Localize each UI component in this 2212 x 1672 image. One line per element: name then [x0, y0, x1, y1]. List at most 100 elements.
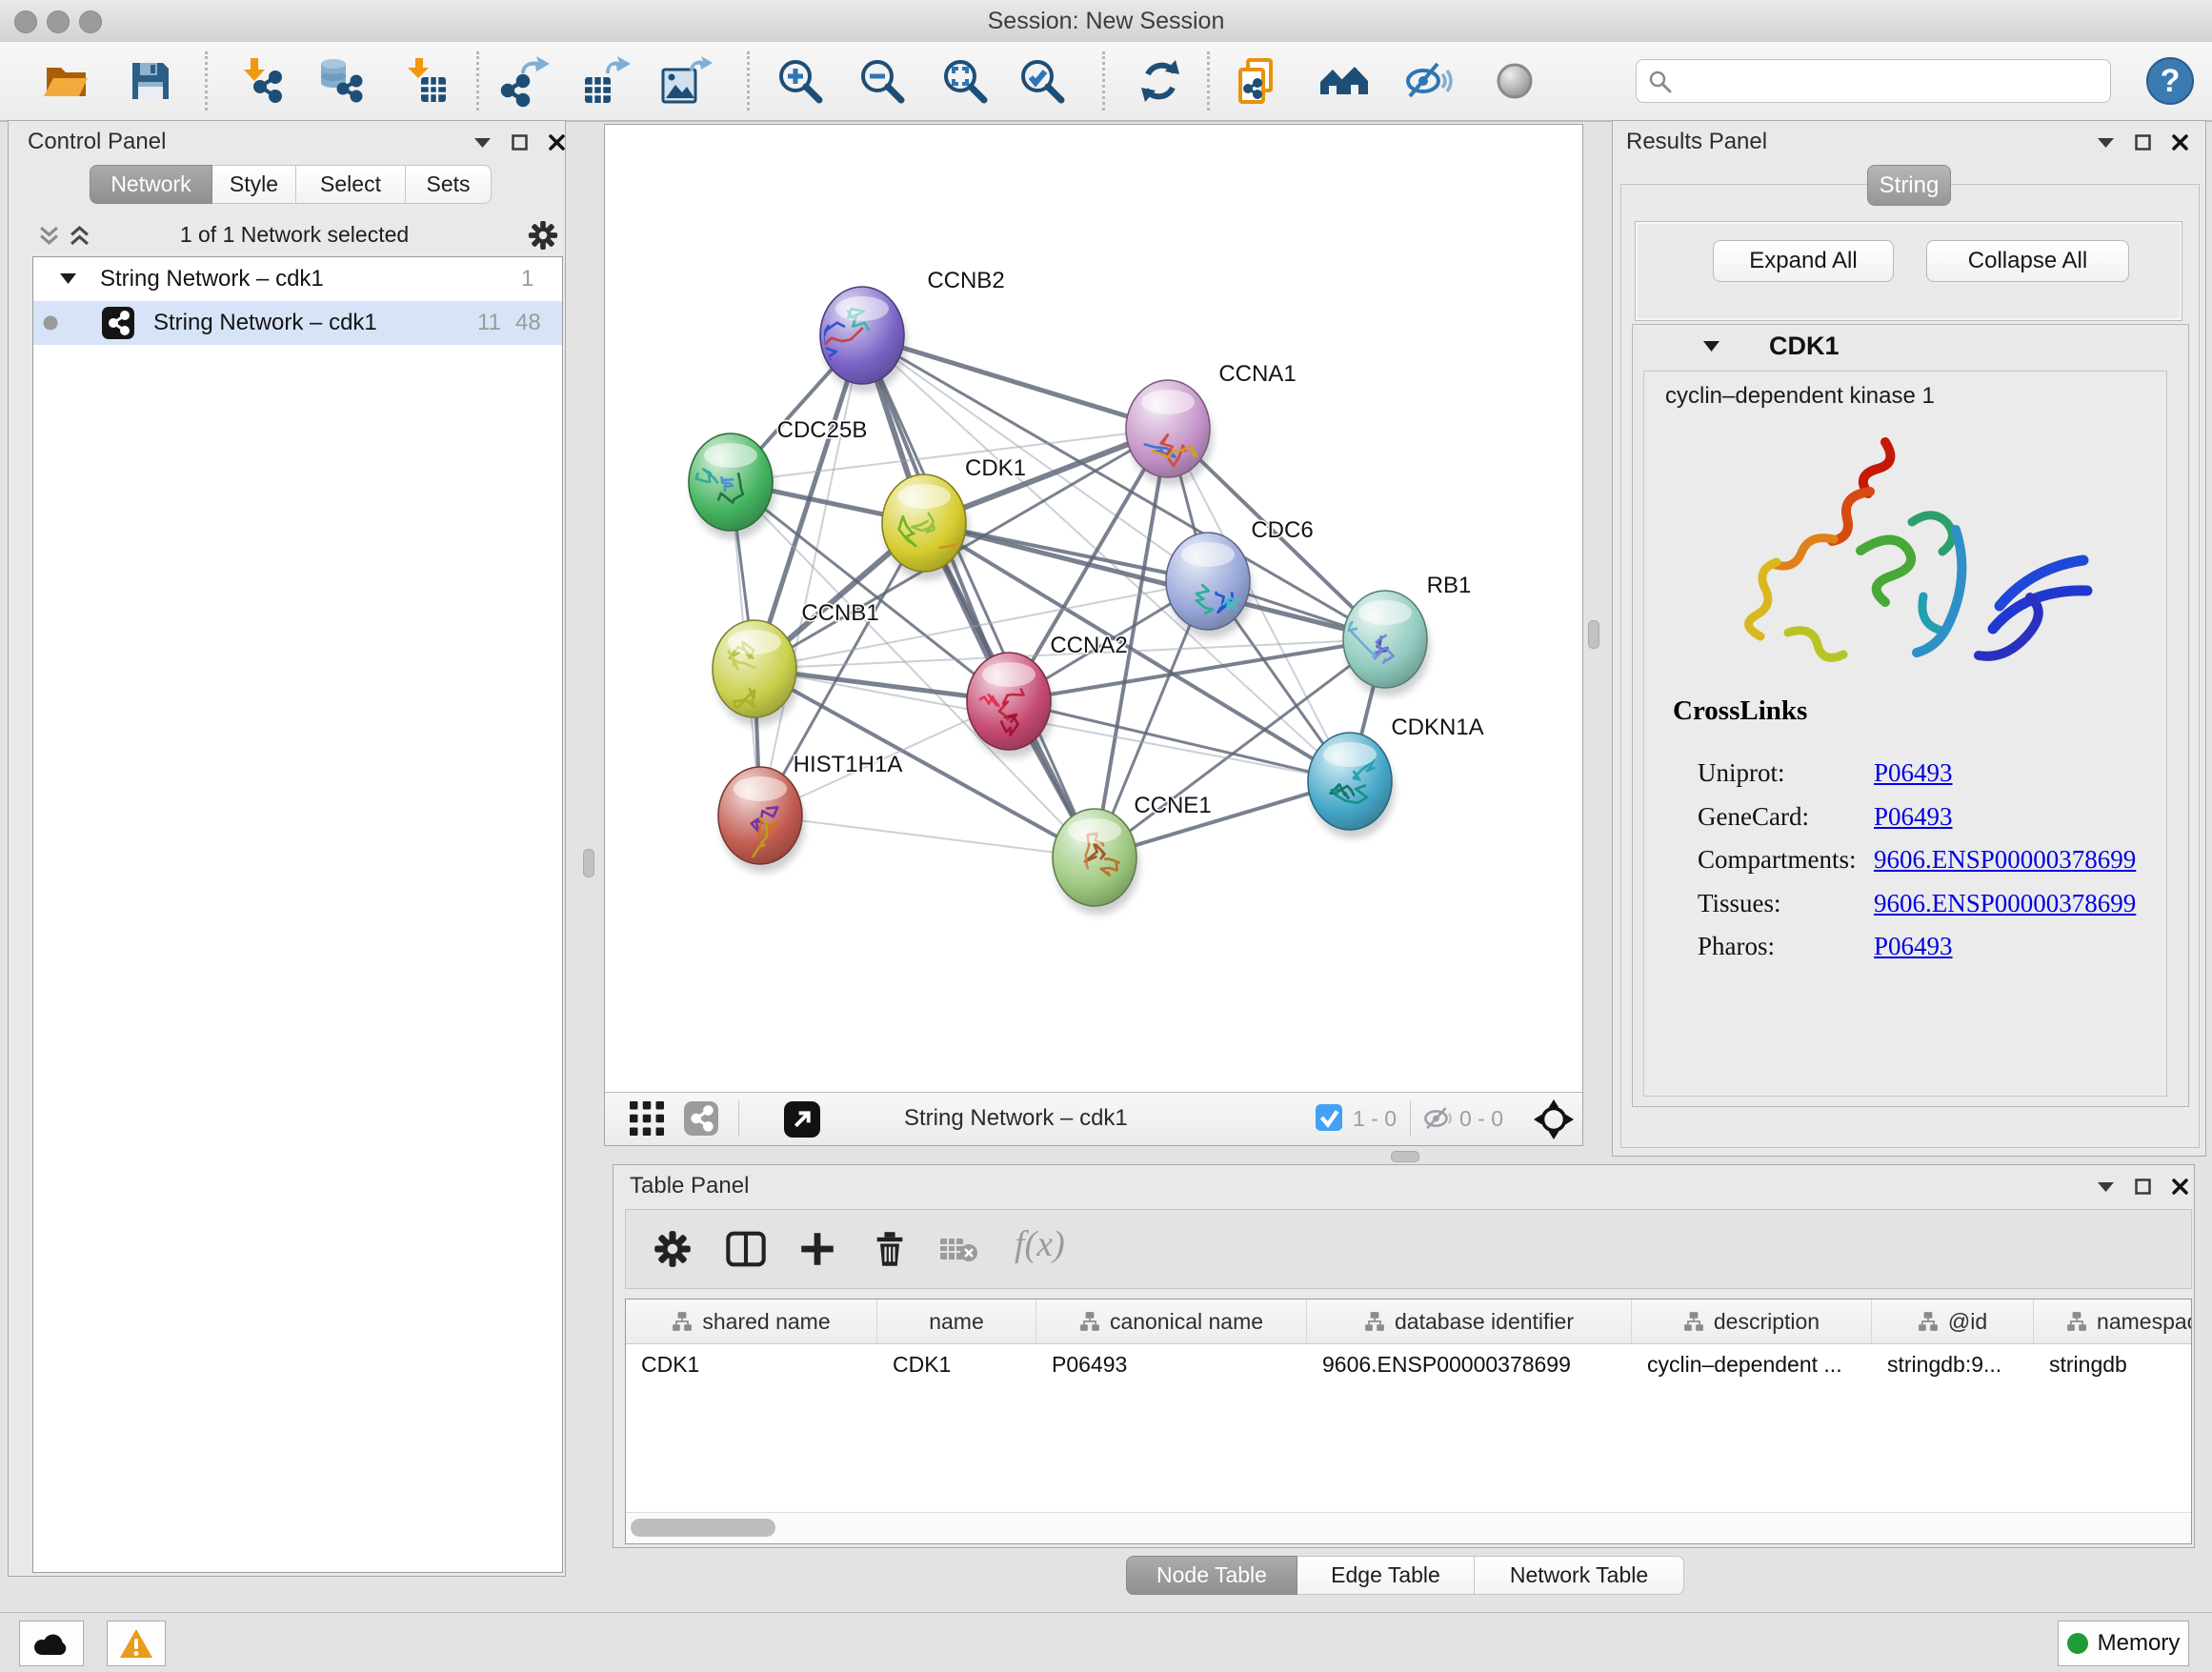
panel-menu-icon[interactable] — [2098, 1182, 2114, 1192]
import-table-button[interactable] — [399, 55, 451, 107]
tab-node-table[interactable]: Node Table — [1126, 1556, 1297, 1595]
gear-icon[interactable] — [528, 220, 558, 251]
import-network-file-button[interactable] — [232, 55, 284, 107]
column-header-database-identifier[interactable]: database identifier — [1307, 1299, 1632, 1343]
tab-select[interactable]: Select — [296, 165, 406, 204]
delete-table-button[interactable] — [936, 1227, 980, 1271]
cloud-status-button[interactable] — [19, 1621, 84, 1666]
selected-checkbox[interactable] — [1316, 1104, 1342, 1136]
export-image-button[interactable] — [658, 55, 710, 107]
table-cell[interactable]: stringdb:9... — [1872, 1343, 2034, 1385]
graphics-details-button[interactable] — [1400, 55, 1452, 107]
export-network-button[interactable] — [501, 55, 553, 107]
close-panel-icon[interactable] — [549, 134, 565, 151]
network-view[interactable]: CCNB2CCNA1CDC25BCDK1CDC6RB1CCNB1CCNA2CDK… — [604, 124, 1583, 1146]
float-panel-icon[interactable] — [2135, 134, 2151, 151]
zoom-selected-button[interactable] — [1016, 55, 1068, 107]
tree-expand-icon[interactable] — [60, 273, 76, 284]
section-collapse-icon[interactable] — [1703, 341, 1719, 352]
export-table-button[interactable] — [580, 55, 632, 107]
network-node-CCNA1[interactable]: CCNA1 — [1126, 361, 1297, 486]
clone-network-button[interactable] — [1234, 55, 1285, 107]
network-collection-row[interactable]: String Network – cdk1 1 — [33, 257, 562, 301]
network-node-RB1[interactable]: RB1 — [1343, 573, 1471, 696]
show-columns-button[interactable] — [724, 1227, 768, 1271]
fit-selected-button[interactable] — [1534, 1099, 1574, 1144]
node-table[interactable]: shared namenamecanonical namedatabase id… — [625, 1299, 2192, 1544]
network-graph[interactable]: CCNB2CCNA1CDC25BCDK1CDC6RB1CCNB1CCNA2CDK… — [605, 125, 1582, 1093]
tab-string[interactable]: String — [1867, 165, 1951, 206]
function-builder-button[interactable]: f(x) — [1015, 1223, 1065, 1265]
expand-all-icon[interactable] — [70, 226, 90, 246]
help-button[interactable]: ? — [2144, 55, 2196, 107]
network-edge[interactable] — [760, 816, 1095, 857]
tab-edge-table[interactable]: Edge Table — [1297, 1556, 1475, 1595]
column-header-namespace[interactable]: namespace — [2034, 1299, 2192, 1343]
collapse-all-button[interactable]: Collapse All — [1926, 240, 2129, 282]
collapse-all-icon[interactable] — [39, 226, 59, 246]
crosslink-link[interactable]: P06493 — [1874, 802, 1953, 831]
network-row-selected[interactable]: String Network – cdk1 11 48 — [33, 301, 562, 345]
table-cell[interactable]: CDK1 — [877, 1343, 1036, 1385]
network-node-CDC6[interactable]: CDC6 — [1166, 517, 1314, 638]
hidden-toggle[interactable] — [1422, 1106, 1455, 1136]
refresh-button[interactable] — [1135, 55, 1186, 107]
zoom-fit-button[interactable] — [939, 55, 991, 107]
crosslink-link[interactable]: 9606.ENSP00000378699 — [1874, 889, 2136, 917]
network-node-CDK1[interactable]: CDK1 — [882, 455, 1026, 589]
close-panel-icon[interactable] — [2172, 134, 2188, 151]
memory-button[interactable]: Memory — [2058, 1621, 2189, 1666]
panel-menu-icon[interactable] — [474, 138, 491, 148]
close-panel-icon[interactable] — [2172, 1178, 2188, 1195]
network-edge[interactable] — [760, 335, 862, 816]
column-header-shared-name[interactable]: shared name — [626, 1299, 877, 1343]
network-edge[interactable] — [1009, 701, 1350, 781]
expand-all-button[interactable]: Expand All — [1713, 240, 1894, 282]
level-of-detail-button[interactable] — [1489, 55, 1540, 107]
detach-view-button[interactable] — [784, 1101, 820, 1142]
open-session-button[interactable] — [41, 55, 92, 107]
table-cell[interactable]: CDK1 — [626, 1343, 877, 1385]
column-header-name[interactable]: name — [877, 1299, 1036, 1343]
network-node-CCNE1[interactable]: CCNE1 — [1053, 793, 1212, 915]
scrollbar-thumb[interactable] — [631, 1519, 775, 1537]
left-splitter-handle[interactable] — [583, 849, 594, 877]
delete-column-button[interactable] — [868, 1227, 912, 1271]
float-panel-icon[interactable] — [2135, 1178, 2151, 1195]
network-edge[interactable] — [862, 335, 1095, 857]
tab-network-table[interactable]: Network Table — [1475, 1556, 1684, 1595]
first-neighbors-button[interactable] — [1317, 55, 1369, 107]
table-settings-button[interactable] — [651, 1227, 694, 1271]
search-input[interactable] — [1636, 59, 2111, 103]
bottom-splitter-handle[interactable] — [1391, 1151, 1419, 1162]
network-share-button[interactable] — [684, 1101, 718, 1140]
tab-sets[interactable]: Sets — [406, 165, 492, 204]
column-header-description[interactable]: description — [1632, 1299, 1872, 1343]
crosslink-link[interactable]: 9606.ENSP00000378699 — [1874, 845, 2136, 874]
network-node-CDKN1A[interactable]: CDKN1A — [1308, 715, 1484, 838]
table-cell[interactable]: cyclin–dependent ... — [1632, 1343, 1872, 1385]
float-panel-icon[interactable] — [512, 134, 528, 151]
column-header-canonical-name[interactable]: canonical name — [1036, 1299, 1307, 1343]
network-node-CCNB1[interactable]: CCNB1 — [713, 600, 879, 726]
protein-section-header[interactable]: CDK1 — [1633, 325, 2188, 371]
table-cell[interactable]: P06493 — [1036, 1343, 1307, 1385]
tab-network[interactable]: Network — [90, 165, 212, 204]
warning-status-button[interactable] — [107, 1621, 166, 1666]
table-cell[interactable]: stringdb — [2034, 1343, 2192, 1385]
panel-menu-icon[interactable] — [2098, 138, 2114, 148]
table-cell[interactable]: 9606.ENSP00000378699 — [1307, 1343, 1632, 1385]
crosslink-link[interactable]: P06493 — [1874, 932, 1953, 960]
table-horizontal-scrollbar[interactable] — [626, 1512, 2191, 1543]
tab-style[interactable]: Style — [212, 165, 296, 204]
zoom-in-button[interactable] — [774, 55, 826, 107]
column-header-@id[interactable]: @id — [1872, 1299, 2034, 1343]
add-column-button[interactable] — [795, 1227, 839, 1271]
crosslink-link[interactable]: P06493 — [1874, 758, 1953, 787]
network-node-HIST1H1A[interactable]: HIST1H1A — [718, 752, 902, 873]
save-session-button[interactable] — [125, 55, 176, 107]
right-splitter-handle[interactable] — [1588, 620, 1599, 649]
zoom-out-button[interactable] — [856, 55, 908, 107]
import-network-database-button[interactable] — [312, 55, 363, 107]
network-edge[interactable] — [862, 335, 1168, 429]
